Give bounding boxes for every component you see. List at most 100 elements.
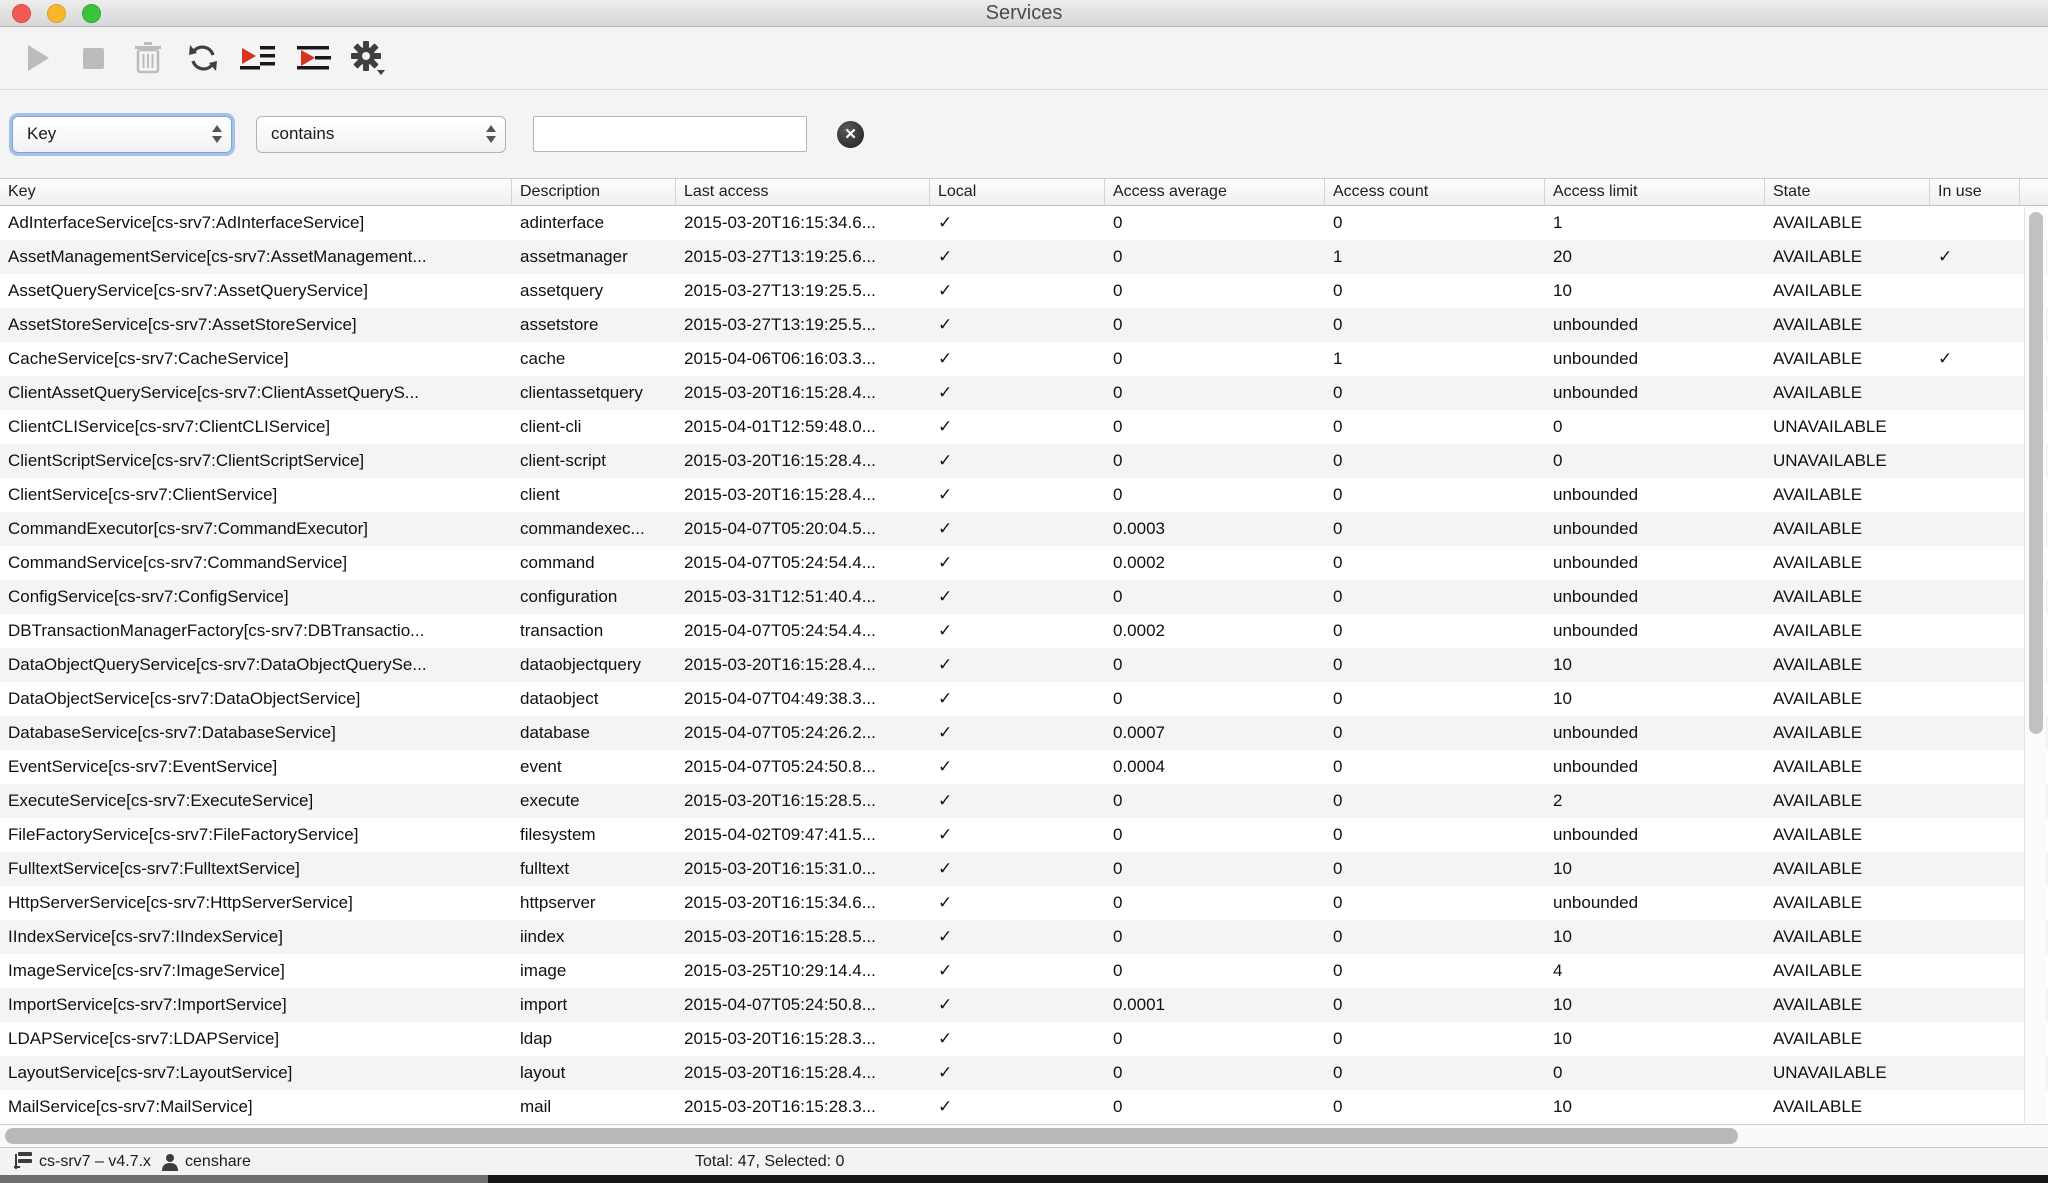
clear-filter-button[interactable]: ✕	[837, 121, 864, 148]
delete-service-button[interactable]	[130, 40, 166, 76]
cell-local: ✓	[930, 988, 1105, 1022]
cell-last-access: 2015-04-07T05:24:54.4...	[676, 614, 930, 648]
cell-description: commandexec...	[512, 512, 676, 546]
column-header-key[interactable]: Key	[0, 179, 512, 205]
vertical-scrollbar-thumb[interactable]	[2029, 212, 2043, 734]
cell-access-limit: unbounded	[1545, 614, 1765, 648]
table-row[interactable]: ExecuteService[cs-srv7:ExecuteService]ex…	[0, 784, 2048, 818]
horizontal-scrollbar[interactable]	[0, 1124, 2048, 1148]
table-row[interactable]: AssetStoreService[cs-srv7:AssetStoreServ…	[0, 308, 2048, 342]
import-services-button[interactable]	[295, 40, 331, 76]
stop-icon	[83, 48, 104, 69]
table-row[interactable]: ClientAssetQueryService[cs-srv7:ClientAs…	[0, 376, 2048, 410]
cell-state: AVAILABLE	[1765, 342, 1930, 376]
restore-services-button[interactable]	[240, 40, 276, 76]
cell-access-count: 0	[1325, 546, 1545, 580]
table-row[interactable]: FulltextService[cs-srv7:FulltextService]…	[0, 852, 2048, 886]
cell-description: client-cli	[512, 410, 676, 444]
cell-description: assetstore	[512, 308, 676, 342]
close-window-button[interactable]	[12, 4, 31, 23]
cell-description: client	[512, 478, 676, 512]
table-row[interactable]: HttpServerService[cs-srv7:HttpServerServ…	[0, 886, 2048, 920]
cell-access-average: 0.0007	[1105, 716, 1325, 750]
cell-access-limit: unbounded	[1545, 818, 1765, 852]
column-header-access-count[interactable]: Access count	[1325, 179, 1545, 205]
cell-local: ✓	[930, 716, 1105, 750]
cell-last-access: 2015-03-25T10:29:14.4...	[676, 954, 930, 988]
table-row[interactable]: AssetQueryService[cs-srv7:AssetQueryServ…	[0, 274, 2048, 308]
stop-service-button[interactable]	[75, 40, 111, 76]
cell-in-use	[1930, 818, 2020, 852]
table-body: AdInterfaceService[cs-srv7:AdInterfaceSe…	[0, 206, 2048, 1124]
cell-local: ✓	[930, 784, 1105, 818]
zoom-window-button[interactable]	[82, 4, 101, 23]
column-header-local[interactable]: Local	[930, 179, 1105, 205]
refresh-button[interactable]	[185, 40, 221, 76]
table-row[interactable]: ConfigService[cs-srv7:ConfigService]conf…	[0, 580, 2048, 614]
horizontal-scrollbar-thumb[interactable]	[5, 1128, 1738, 1144]
table-row[interactable]: ClientService[cs-srv7:ClientService]clie…	[0, 478, 2048, 512]
cell-local: ✓	[930, 886, 1105, 920]
table-row[interactable]: DataObjectService[cs-srv7:DataObjectServ…	[0, 682, 2048, 716]
cell-access-count: 0	[1325, 852, 1545, 886]
table-row[interactable]: AssetManagementService[cs-srv7:AssetMana…	[0, 240, 2048, 274]
table-row[interactable]: ClientScriptService[cs-srv7:ClientScript…	[0, 444, 2048, 478]
cell-key: CommandExecutor[cs-srv7:CommandExecutor]	[0, 512, 512, 546]
cell-description: assetmanager	[512, 240, 676, 274]
cell-in-use: ✓	[1930, 240, 2020, 274]
cell-access-limit: unbounded	[1545, 750, 1765, 784]
cell-key: DataObjectQueryService[cs-srv7:DataObjec…	[0, 648, 512, 682]
table-row[interactable]: LayoutService[cs-srv7:LayoutService]layo…	[0, 1056, 2048, 1090]
table-row[interactable]: FileFactoryService[cs-srv7:FileFactorySe…	[0, 818, 2048, 852]
toolbar	[0, 27, 2048, 90]
table-row[interactable]: AdInterfaceService[cs-srv7:AdInterfaceSe…	[0, 206, 2048, 240]
filter-operator-value: contains	[271, 124, 334, 144]
cell-access-count: 0	[1325, 648, 1545, 682]
cell-access-limit: unbounded	[1545, 478, 1765, 512]
table-row[interactable]: MailService[cs-srv7:MailService]mail2015…	[0, 1090, 2048, 1124]
cell-access-average: 0	[1105, 308, 1325, 342]
close-icon: ✕	[844, 125, 857, 143]
table-row[interactable]: EventService[cs-srv7:EventService]event2…	[0, 750, 2048, 784]
settings-menu-button[interactable]	[350, 40, 386, 76]
cell-last-access: 2015-04-01T12:59:48.0...	[676, 410, 930, 444]
table-row[interactable]: DataObjectQueryService[cs-srv7:DataObjec…	[0, 648, 2048, 682]
vertical-scrollbar[interactable]	[2024, 207, 2046, 1123]
cell-last-access: 2015-04-07T05:20:04.5...	[676, 512, 930, 546]
table-row[interactable]: ClientCLIService[cs-srv7:ClientCLIServic…	[0, 410, 2048, 444]
cell-state: AVAILABLE	[1765, 988, 1930, 1022]
table-row[interactable]: DBTransactionManagerFactory[cs-srv7:DBTr…	[0, 614, 2048, 648]
column-header-access-limit[interactable]: Access limit	[1545, 179, 1765, 205]
column-header-description[interactable]: Description	[512, 179, 676, 205]
cell-access-limit: 10	[1545, 648, 1765, 682]
filter-field-select[interactable]: Key	[12, 116, 232, 153]
cell-key: MailService[cs-srv7:MailService]	[0, 1090, 512, 1124]
table-row[interactable]: CacheService[cs-srv7:CacheService]cache2…	[0, 342, 2048, 376]
cell-access-average: 0	[1105, 376, 1325, 410]
minimize-window-button[interactable]	[47, 4, 66, 23]
cell-description: mail	[512, 1090, 676, 1124]
insert-into-list-icon	[295, 42, 331, 74]
column-header-in-use[interactable]: In use	[1930, 179, 2020, 205]
table-row[interactable]: CommandService[cs-srv7:CommandService]co…	[0, 546, 2048, 580]
cell-description: transaction	[512, 614, 676, 648]
cell-access-limit: 10	[1545, 274, 1765, 308]
column-header-access-average[interactable]: Access average	[1105, 179, 1325, 205]
cell-in-use: ✓	[1930, 342, 2020, 376]
filter-text-input[interactable]	[533, 116, 807, 152]
start-service-button[interactable]	[20, 40, 56, 76]
filter-operator-select[interactable]: contains	[256, 116, 506, 153]
selection-summary: Total: 47, Selected: 0	[695, 1153, 844, 1171]
table-row[interactable]: DatabaseService[cs-srv7:DatabaseService]…	[0, 716, 2048, 750]
table-row[interactable]: ImageService[cs-srv7:ImageService]image2…	[0, 954, 2048, 988]
cell-local: ✓	[930, 682, 1105, 716]
column-header-state[interactable]: State	[1765, 179, 1930, 205]
cell-local: ✓	[930, 308, 1105, 342]
table-row[interactable]: LDAPService[cs-srv7:LDAPService]ldap2015…	[0, 1022, 2048, 1056]
cell-access-count: 0	[1325, 580, 1545, 614]
cell-access-average: 0	[1105, 274, 1325, 308]
table-row[interactable]: CommandExecutor[cs-srv7:CommandExecutor]…	[0, 512, 2048, 546]
table-row[interactable]: IIndexService[cs-srv7:IIndexService]iind…	[0, 920, 2048, 954]
column-header-last-access[interactable]: Last access	[676, 179, 930, 205]
table-row[interactable]: ImportService[cs-srv7:ImportService]impo…	[0, 988, 2048, 1022]
